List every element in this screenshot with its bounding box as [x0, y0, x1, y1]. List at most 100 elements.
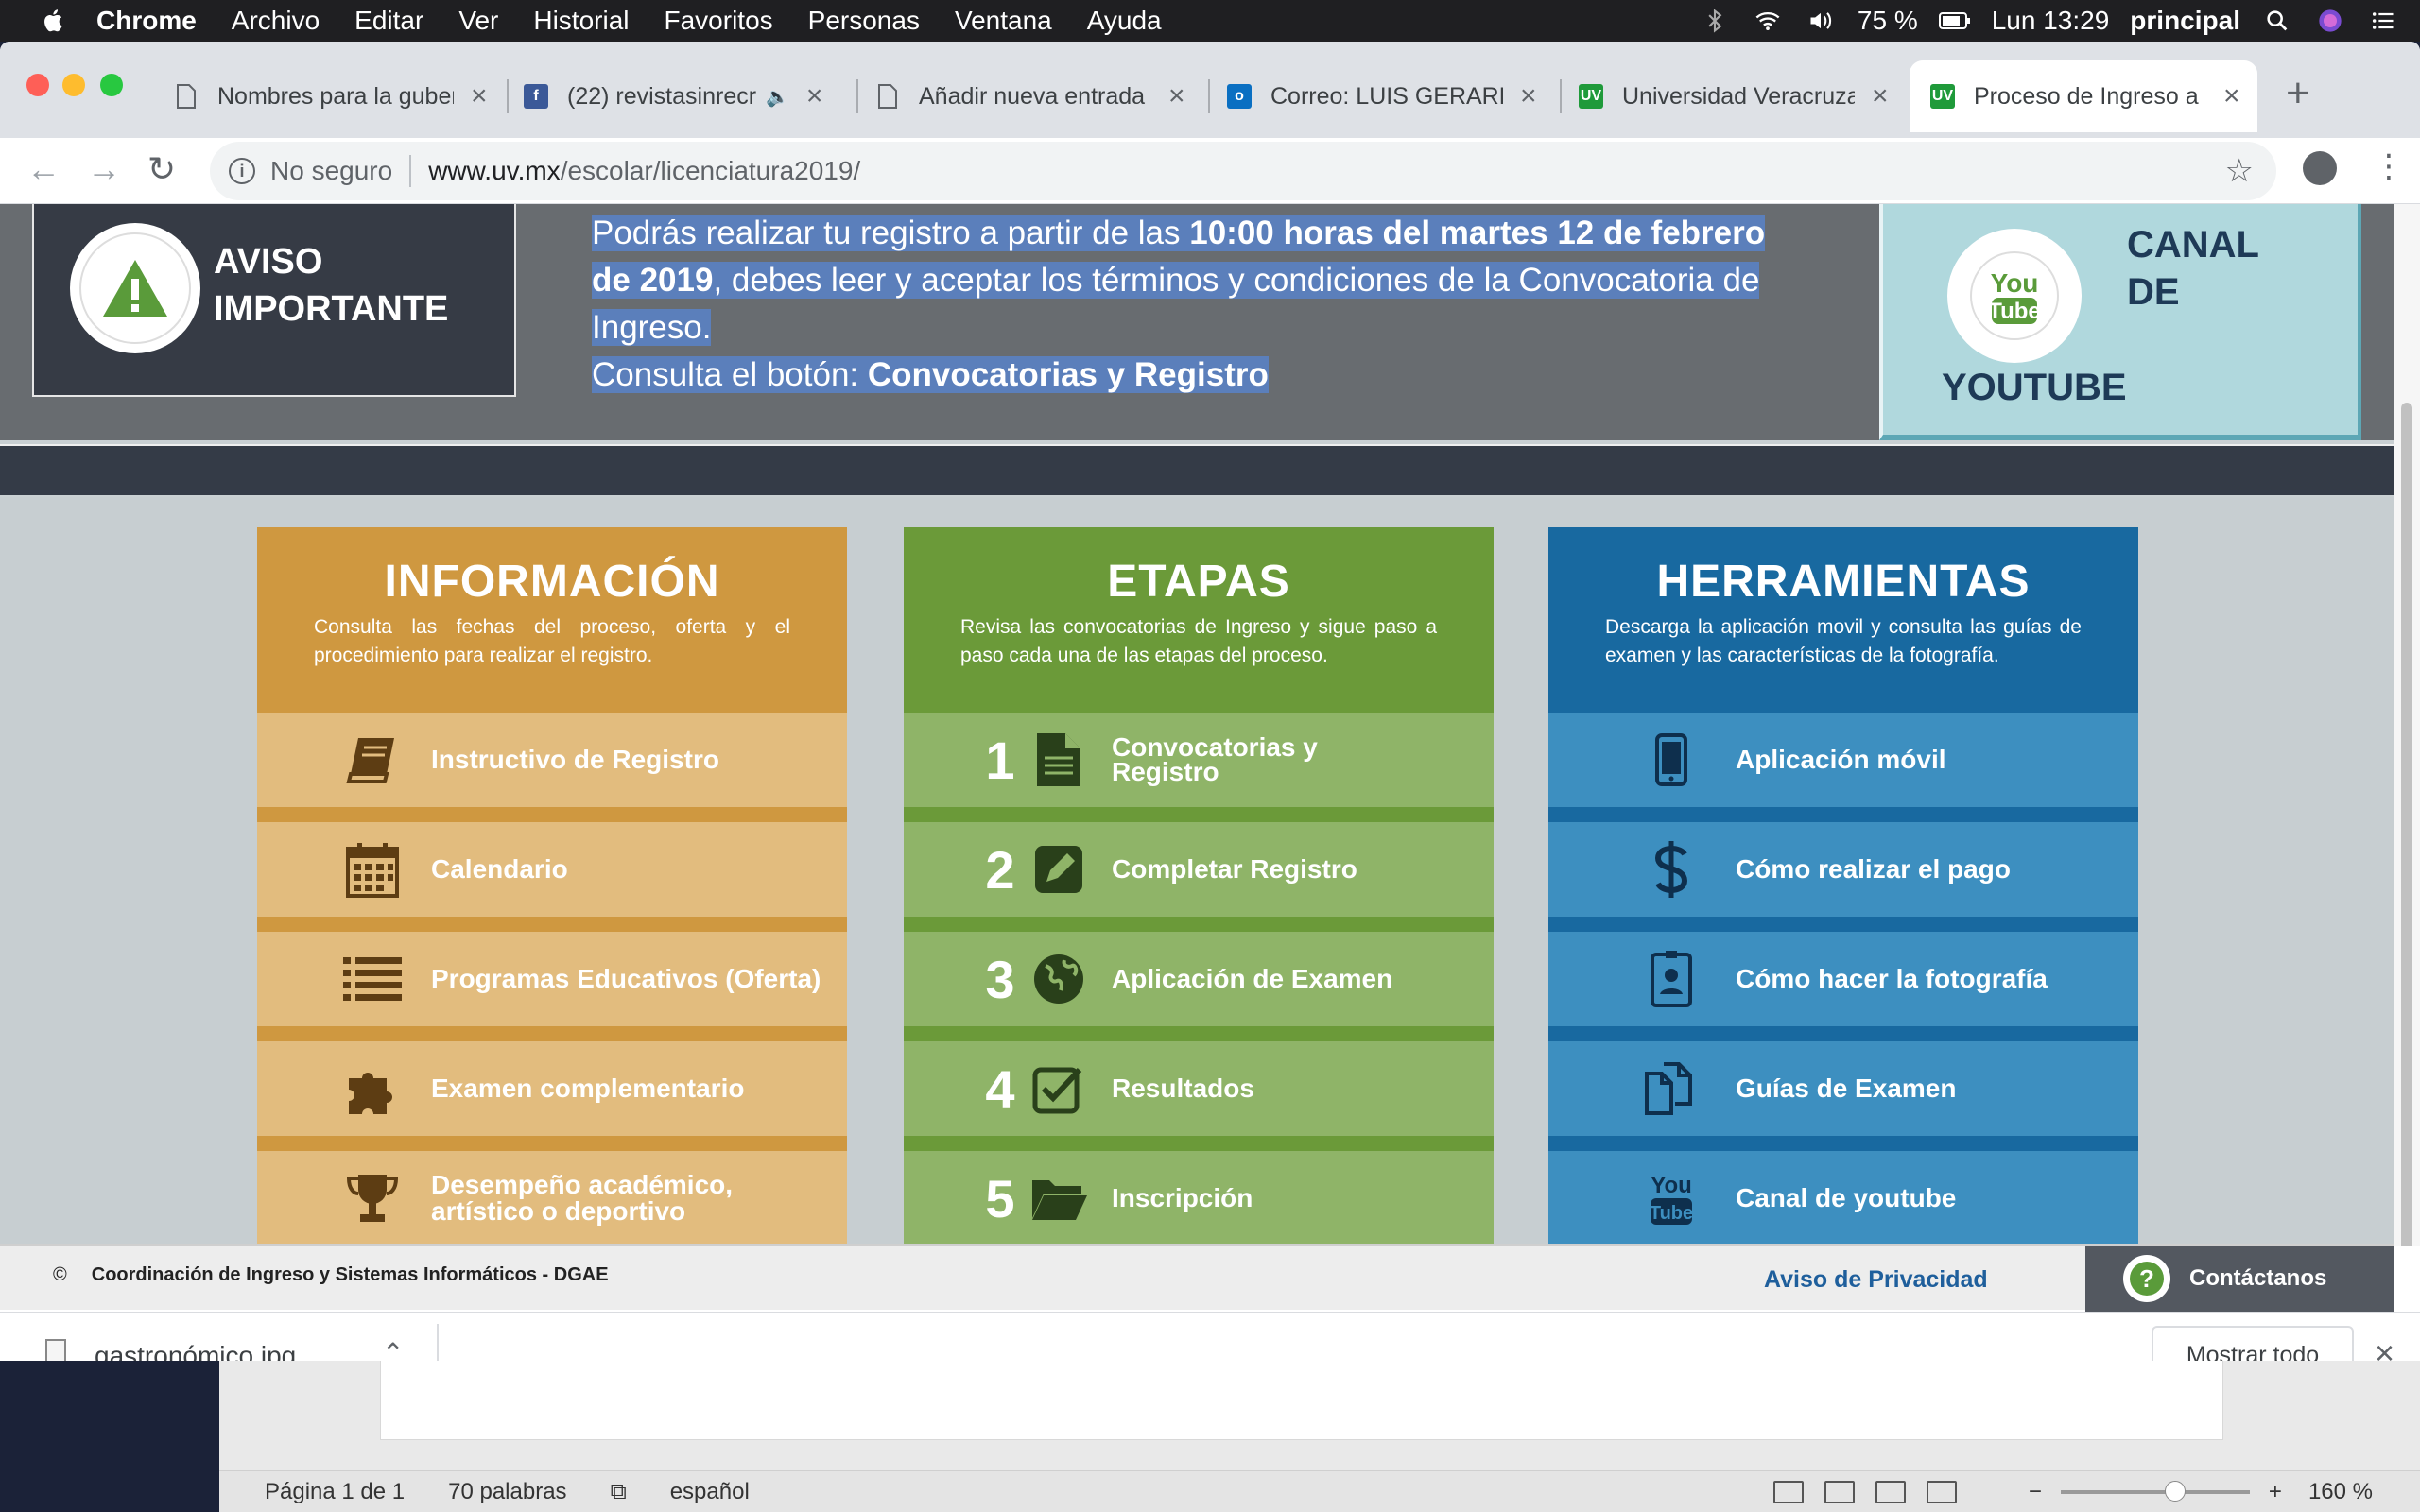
menubar-clock[interactable]: Lun 13:29 — [1992, 6, 2110, 36]
address-bar[interactable]: i No seguro www.uv.mx/escolar/licenciatu… — [210, 142, 2276, 200]
svg-text:You: You — [1991, 268, 2039, 298]
zoom-slider[interactable] — [2060, 1481, 2250, 1502]
back-button[interactable]: ← — [26, 149, 60, 189]
tab-nueva-entrada[interactable]: Añadir nueva entrada × — [875, 60, 1185, 132]
tab-facebook[interactable]: f (22) revistasinrecreo 🔈 × — [524, 60, 822, 132]
minimize-window-button[interactable] — [62, 74, 85, 96]
outlook-icon: o — [1227, 84, 1252, 109]
bookmark-star-icon[interactable]: ☆ — [2225, 152, 2254, 190]
examen-complementario-link[interactable]: Examen complementario — [257, 1041, 847, 1136]
etapa-convocatorias-link[interactable]: 1 Convocatorias y Registro — [904, 713, 1494, 807]
notification-center-icon[interactable] — [2367, 8, 2399, 34]
document-icon — [174, 84, 199, 109]
contact-button[interactable]: ? Contáctanos — [2085, 1246, 2394, 1312]
info-icon[interactable]: i — [229, 158, 255, 184]
scrollbar-thumb[interactable] — [2401, 403, 2412, 1246]
download-filename[interactable]: gastronómico.jpg — [95, 1341, 296, 1361]
announcement-banner: AVISO IMPORTANTE Podrás realizar tu regi… — [0, 204, 2394, 440]
tab-close-icon[interactable]: × — [806, 80, 823, 112]
tab-correo[interactable]: o Correo: LUIS GERARDO × — [1227, 60, 1537, 132]
speaker-icon[interactable]: 🔈 — [766, 85, 789, 109]
yt-youtube-label: YOUTUBE — [1942, 367, 2127, 408]
etapa-resultados-link[interactable]: 4 Resultados — [904, 1041, 1494, 1136]
word-status-bar: Página 1 de 1 70 palabras ⧉ español − + … — [219, 1470, 2420, 1512]
word-language[interactable]: español — [670, 1479, 750, 1505]
maximize-window-button[interactable] — [100, 74, 123, 96]
canal-youtube-link[interactable]: You Tube Canal de youtube — [1548, 1151, 2138, 1246]
close-shelf-icon[interactable]: × — [2375, 1333, 2394, 1361]
tab-proceso-ingreso[interactable]: UV Proceso de Ingreso a Licenciatura × — [1910, 60, 2257, 132]
menu-ayuda[interactable]: Ayuda — [1087, 6, 1162, 36]
uv-icon: UV — [1930, 84, 1955, 109]
calendario-link[interactable]: Calendario — [257, 822, 847, 917]
etapa-aplicacion-examen-link[interactable]: 3 Aplicación de Examen — [904, 932, 1494, 1026]
draft-view-icon[interactable] — [1927, 1481, 1957, 1503]
tab-strip: Nombres para la gubernatura × f (22) rev… — [0, 42, 2420, 138]
instructivo-registro-link[interactable]: Instructivo de Registro — [257, 713, 847, 807]
apple-icon[interactable] — [40, 7, 68, 35]
chevron-up-icon[interactable]: ⌃ — [382, 1337, 404, 1361]
page-scrollbar[interactable] — [2394, 204, 2420, 1246]
url-path: /escolar/licenciatura2019/ — [560, 156, 861, 185]
aplicacion-movil-link[interactable]: Aplicación móvil — [1548, 713, 2138, 807]
warning-badge — [70, 223, 200, 353]
step-number: 3 — [985, 949, 1015, 1009]
menubar-user[interactable]: principal — [2130, 6, 2240, 36]
word-word-count[interactable]: 70 palabras — [448, 1479, 566, 1505]
print-layout-icon[interactable] — [1773, 1481, 1804, 1503]
siri-icon[interactable] — [2314, 8, 2346, 34]
profile-avatar-icon[interactable] — [2303, 151, 2337, 185]
zoom-in-icon[interactable]: + — [2269, 1479, 2282, 1505]
web-layout-icon[interactable] — [1824, 1481, 1855, 1503]
volume-icon[interactable] — [1805, 8, 1837, 34]
dollar-icon — [1641, 839, 1702, 900]
menu-editar[interactable]: Editar — [354, 6, 424, 36]
menu-app-name[interactable]: Chrome — [96, 6, 197, 36]
globe-icon — [1028, 949, 1089, 1009]
menu-archivo[interactable]: Archivo — [232, 6, 320, 36]
list-icon — [342, 949, 403, 1009]
tab-close-icon[interactable]: × — [1168, 80, 1185, 112]
menu-personas[interactable]: Personas — [808, 6, 920, 36]
etapa-inscripcion-link[interactable]: 5 Inscripción — [904, 1151, 1494, 1246]
menu-ventana[interactable]: Ventana — [955, 6, 1052, 36]
youtube-channel-banner[interactable]: You Tube CANAL DE YOUTUBE — [1879, 204, 2361, 440]
security-status[interactable]: No seguro — [270, 156, 392, 186]
reload-button[interactable]: ↻ — [147, 149, 176, 189]
tab-close-icon[interactable]: × — [2223, 80, 2240, 112]
menu-ver[interactable]: Ver — [458, 6, 498, 36]
item-label: Canal de youtube — [1736, 1183, 1957, 1212]
tab-nombres[interactable]: Nombres para la gubernatura × — [174, 60, 488, 132]
outline-view-icon[interactable] — [1876, 1481, 1906, 1503]
show-all-downloads-button[interactable]: Mostrar todo — [2152, 1326, 2354, 1361]
programas-educativos-link[interactable]: Programas Educativos (Oferta) — [257, 932, 847, 1026]
forward-button[interactable]: → — [87, 149, 121, 189]
spellcheck-icon[interactable]: ⧉ — [611, 1479, 627, 1505]
bluetooth-icon[interactable] — [1699, 8, 1731, 34]
chrome-menu-icon[interactable]: ⋮ — [2373, 147, 2405, 185]
battery-percent: 75 % — [1857, 6, 1918, 35]
privacy-link[interactable]: Aviso de Privacidad — [1764, 1266, 1988, 1294]
menu-favoritos[interactable]: Favoritos — [665, 6, 773, 36]
column-title: HERRAMIENTAS — [1656, 557, 2031, 607]
guias-examen-link[interactable]: Guías de Examen — [1548, 1041, 2138, 1136]
item-label: Examen complementario — [431, 1074, 745, 1103]
new-tab-button[interactable]: + — [2286, 70, 2310, 117]
como-hacer-fotografia-link[interactable]: Cómo hacer la fotografía — [1548, 932, 2138, 1026]
step-number: 5 — [985, 1168, 1015, 1228]
battery-icon[interactable] — [1938, 8, 1971, 34]
tab-universidad[interactable]: UV Universidad Veracruzana × — [1579, 60, 1889, 132]
desempeno-academico-link[interactable]: Desempeño académico, artístico o deporti… — [257, 1151, 847, 1246]
zoom-out-icon[interactable]: − — [2029, 1479, 2042, 1505]
etapa-completar-registro-link[interactable]: 2 Completar Registro — [904, 822, 1494, 917]
image-file-icon — [45, 1339, 66, 1361]
wifi-icon[interactable] — [1752, 8, 1784, 34]
tab-close-icon[interactable]: × — [1872, 80, 1889, 112]
menu-historial[interactable]: Historial — [533, 6, 629, 36]
como-realizar-pago-link[interactable]: Cómo realizar el pago — [1548, 822, 2138, 917]
spotlight-search-icon[interactable] — [2261, 8, 2293, 34]
close-window-button[interactable] — [26, 74, 49, 96]
tab-close-icon[interactable]: × — [471, 80, 488, 112]
word-page-count[interactable]: Página 1 de 1 — [265, 1479, 405, 1505]
tab-close-icon[interactable]: × — [1520, 80, 1537, 112]
